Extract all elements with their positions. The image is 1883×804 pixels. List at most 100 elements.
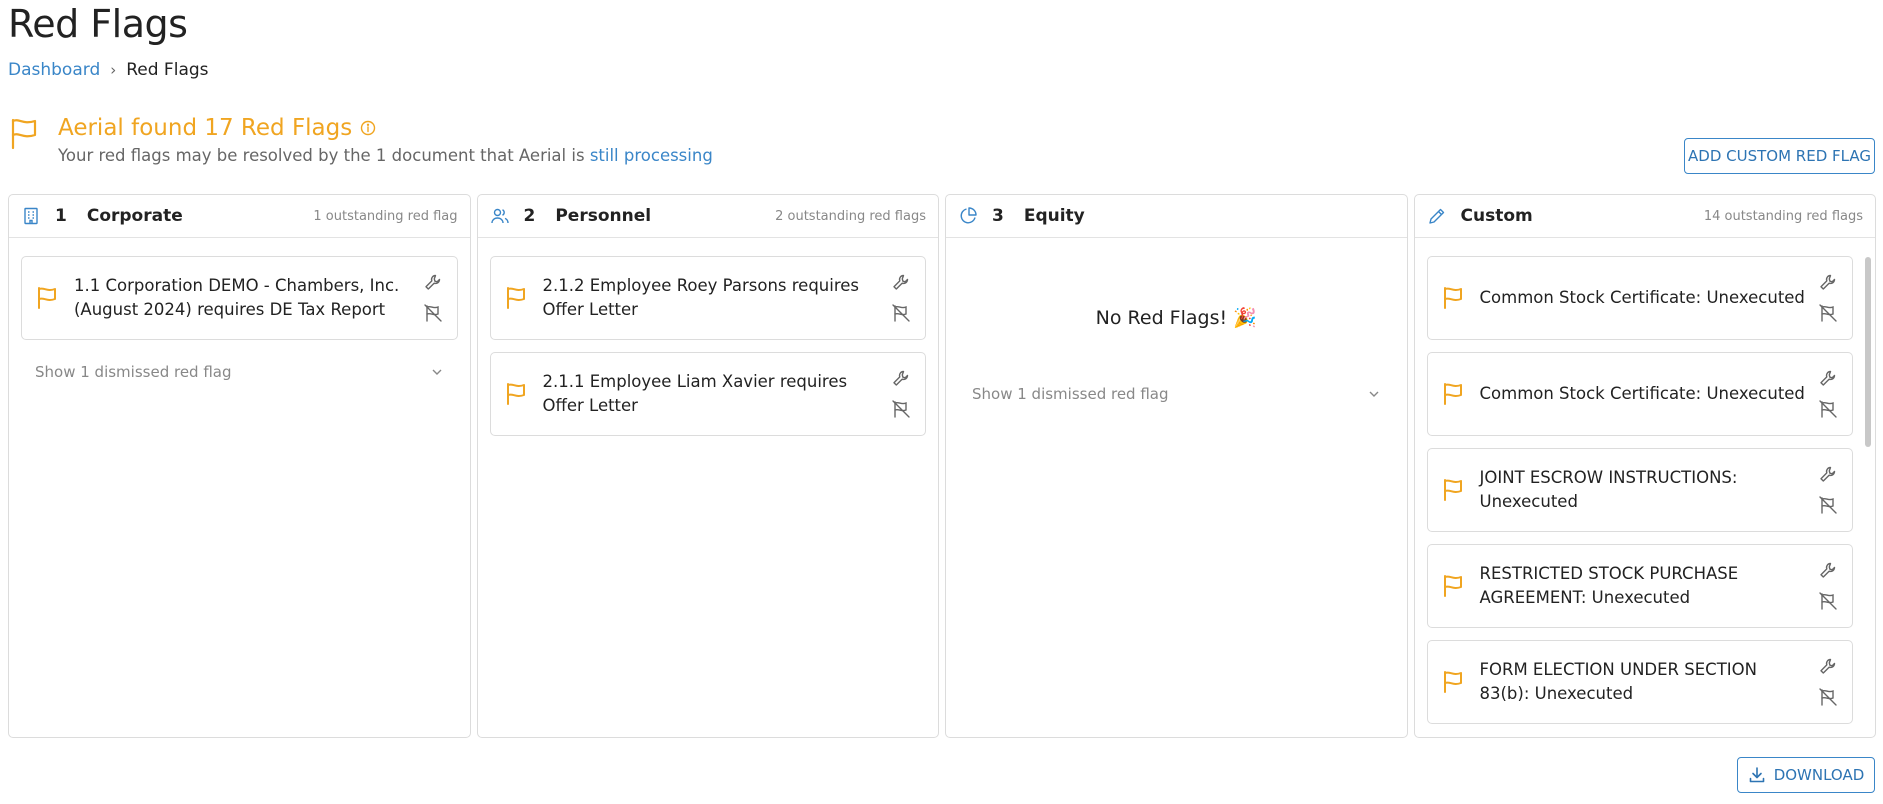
download-label: DOWNLOAD [1773, 766, 1865, 784]
flag-icon [506, 287, 525, 309]
red-flag-text: Common Stock Certificate: Unexecuted [1479, 288, 1805, 307]
red-flag-text: 1.1 Corporation DEMO - Chambers, Inc. (A… [74, 276, 400, 319]
red-flag-text: 2.1.2 Employee Roey Parsons requires Off… [542, 276, 860, 319]
dismissed-label: Show 1 dismissed red flag [35, 363, 232, 381]
dismiss-flag-icon[interactable] [1818, 495, 1838, 515]
card-actions [423, 273, 443, 323]
wrench-icon[interactable] [1818, 465, 1838, 485]
flag-icon [1443, 671, 1462, 693]
card-actions [1818, 561, 1838, 611]
column-number: 1 [55, 206, 67, 226]
dismiss-flag-icon[interactable] [1818, 303, 1838, 323]
red-flag-text: RESTRICTED STOCK PURCHASE AGREEMENT: Une… [1479, 564, 1739, 607]
column-name: Equity [1023, 206, 1085, 226]
flag-icon [1443, 287, 1462, 309]
red-flag-text: JOINT ESCROW INSTRUCTIONS: Unexecuted [1479, 468, 1738, 511]
chevron-down-icon [432, 369, 441, 375]
card-actions [891, 369, 911, 419]
red-flag-card[interactable]: JOINT ESCROW INSTRUCTIONS: Unexecuted [1426, 448, 1853, 532]
flag-icon [38, 287, 56, 309]
still-processing-link[interactable]: still processing [590, 146, 713, 165]
red-flag-card[interactable]: Common Stock Certificate: Unexecuted [1426, 352, 1853, 436]
column-name: Custom [1460, 206, 1533, 226]
column-custom: Custom 14 outstanding red flags Common S… [1413, 194, 1876, 738]
users-icon [490, 208, 509, 224]
dismiss-flag-icon[interactable] [1818, 591, 1838, 611]
summary-subtitle-text: Your red flags may be resolved by the 1 … [58, 146, 590, 165]
red-flag-card[interactable]: Common Stock Certificate: Unexecuted [1426, 256, 1853, 340]
red-flag-card[interactable]: 2.1.1 Employee Liam Xavier requires Offe… [489, 352, 926, 436]
dismiss-flag-icon[interactable] [1818, 399, 1838, 419]
outstanding-count: 14 outstanding red flags [1703, 208, 1863, 224]
red-flag-card[interactable]: RESTRICTED STOCK PURCHASE AGREEMENT: Une… [1426, 544, 1853, 628]
red-flag-card[interactable]: FORM ELECTION UNDER SECTION 83(b): Unexe… [1426, 640, 1853, 724]
red-flag-text: 2.1.1 Employee Liam Xavier requires Offe… [542, 372, 848, 415]
breadcrumb-current: Red Flags [126, 60, 209, 80]
flag-icon [1443, 479, 1462, 501]
wrench-icon[interactable] [1818, 369, 1838, 389]
chevron-down-icon [1369, 391, 1378, 397]
column-name: Personnel [555, 206, 652, 226]
column-body[interactable]: Common Stock Certificate: Unexecuted Com… [1415, 238, 1876, 737]
wrench-icon[interactable] [891, 273, 911, 293]
pie-chart-icon [960, 207, 977, 224]
card-actions [1818, 369, 1838, 419]
dismiss-flag-icon[interactable] [891, 303, 911, 323]
page-title: Red Flags [8, 2, 188, 46]
flag-icon [1443, 575, 1462, 597]
flag-icon [506, 383, 525, 405]
no-red-flags-message: No Red Flags! 🎉 [1095, 307, 1257, 329]
wrench-icon[interactable] [1818, 273, 1838, 293]
summary-title-text: Aerial found 17 Red Flags [58, 115, 353, 141]
add-custom-red-flag-button[interactable]: ADD CUSTOM RED FLAG [1684, 138, 1875, 174]
download-button[interactable]: DOWNLOAD [1737, 757, 1875, 793]
column-body: No Red Flags! 🎉 Show 1 dismissed red fla… [946, 238, 1407, 737]
red-flag-card[interactable]: 1.1 Corporation DEMO - Chambers, Inc. (A… [21, 256, 458, 340]
info-icon[interactable] [360, 120, 376, 136]
wrench-icon[interactable] [891, 369, 911, 389]
red-flag-summary: Aerial found 17 Red Flags Your red flags… [10, 115, 713, 165]
card-actions [1818, 465, 1838, 515]
flag-icon [1443, 383, 1462, 405]
column-equity: 3 Equity No Red Flags! 🎉 Show 1 dismisse… [945, 194, 1408, 738]
column-personnel: 2 Personnel 2 outstanding red flags 2.1.… [476, 194, 939, 738]
wrench-icon[interactable] [1818, 561, 1838, 581]
pencil-icon [1428, 208, 1444, 224]
download-icon [1749, 767, 1765, 783]
wrench-icon[interactable] [1818, 657, 1838, 677]
column-corporate: 1 Corporate 1 outstanding red flag 1.1 C… [8, 194, 471, 738]
breadcrumb-dashboard-link[interactable]: Dashboard [8, 60, 100, 80]
summary-subtitle: Your red flags may be resolved by the 1 … [58, 146, 713, 165]
outstanding-count: 1 outstanding red flag [313, 208, 458, 224]
building-icon [24, 207, 38, 225]
flag-icon [11, 118, 37, 150]
summary-title: Aerial found 17 Red Flags [58, 115, 713, 141]
breadcrumb-separator: › [110, 61, 117, 79]
card-actions [1818, 273, 1838, 323]
column-header: 3 Equity [946, 195, 1407, 238]
column-body: 2.1.2 Employee Roey Parsons requires Off… [478, 238, 939, 737]
column-body: 1.1 Corporation DEMO - Chambers, Inc. (A… [9, 238, 470, 737]
red-flag-text: Common Stock Certificate: Unexecuted [1479, 384, 1805, 403]
show-dismissed-toggle[interactable]: Show 1 dismissed red flag [958, 374, 1395, 414]
card-actions [891, 273, 911, 323]
column-header: 1 Corporate 1 outstanding red flag [9, 195, 470, 238]
red-flag-columns: 1 Corporate 1 outstanding red flag 1.1 C… [8, 194, 1876, 738]
scrollbar[interactable] [1865, 257, 1871, 447]
breadcrumb: Dashboard › Red Flags [8, 60, 209, 80]
dismissed-label: Show 1 dismissed red flag [972, 385, 1169, 403]
column-header: Custom 14 outstanding red flags [1414, 195, 1875, 238]
outstanding-count: 2 outstanding red flags [775, 208, 926, 224]
wrench-icon[interactable] [423, 273, 443, 293]
dismiss-flag-icon[interactable] [1818, 687, 1838, 707]
red-flag-card[interactable]: 2.1.2 Employee Roey Parsons requires Off… [489, 256, 926, 340]
card-actions [1818, 657, 1838, 707]
column-number: 2 [523, 206, 536, 226]
show-dismissed-toggle[interactable]: Show 1 dismissed red flag [21, 352, 458, 392]
dismiss-flag-icon[interactable] [891, 399, 911, 419]
column-number: 3 [992, 206, 1004, 226]
red-flag-text: FORM ELECTION UNDER SECTION 83(b): Unexe… [1479, 660, 1757, 703]
column-header: 2 Personnel 2 outstanding red flags [477, 195, 938, 238]
column-name: Corporate [86, 206, 183, 226]
dismiss-flag-icon[interactable] [423, 303, 443, 323]
